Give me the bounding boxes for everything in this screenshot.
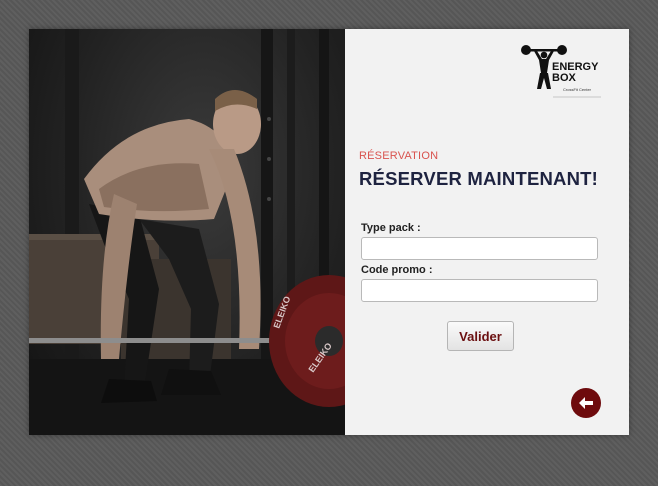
arrow-left-icon bbox=[579, 397, 593, 409]
section-eyebrow: RÉSERVATION bbox=[359, 150, 439, 162]
logo-wordmark: ENERGY BOX bbox=[552, 62, 598, 84]
energy-box-logo: ENERGY BOX CrossFit Center bbox=[521, 43, 611, 101]
type-pack-label: Type pack : bbox=[361, 222, 421, 234]
page-title: RÉSERVER MAINTENANT! bbox=[359, 168, 599, 189]
logo-line-2: BOX bbox=[552, 72, 576, 84]
type-pack-input[interactable] bbox=[361, 237, 598, 260]
promo-code-input[interactable] bbox=[361, 279, 598, 302]
back-button[interactable] bbox=[571, 388, 601, 418]
logo-tagline: CrossFit Center bbox=[563, 87, 592, 92]
promo-code-label: Code promo : bbox=[361, 264, 433, 276]
submit-button[interactable]: Valider bbox=[447, 321, 514, 351]
reservation-panel: ENERGY BOX CrossFit Center RÉSERVATION R… bbox=[345, 29, 629, 435]
athlete-photo: ELEIKO ELEIKO bbox=[29, 29, 345, 435]
reservation-modal: ELEIKO ELEIKO ENERGY BOX CrossFit Center… bbox=[29, 29, 629, 435]
